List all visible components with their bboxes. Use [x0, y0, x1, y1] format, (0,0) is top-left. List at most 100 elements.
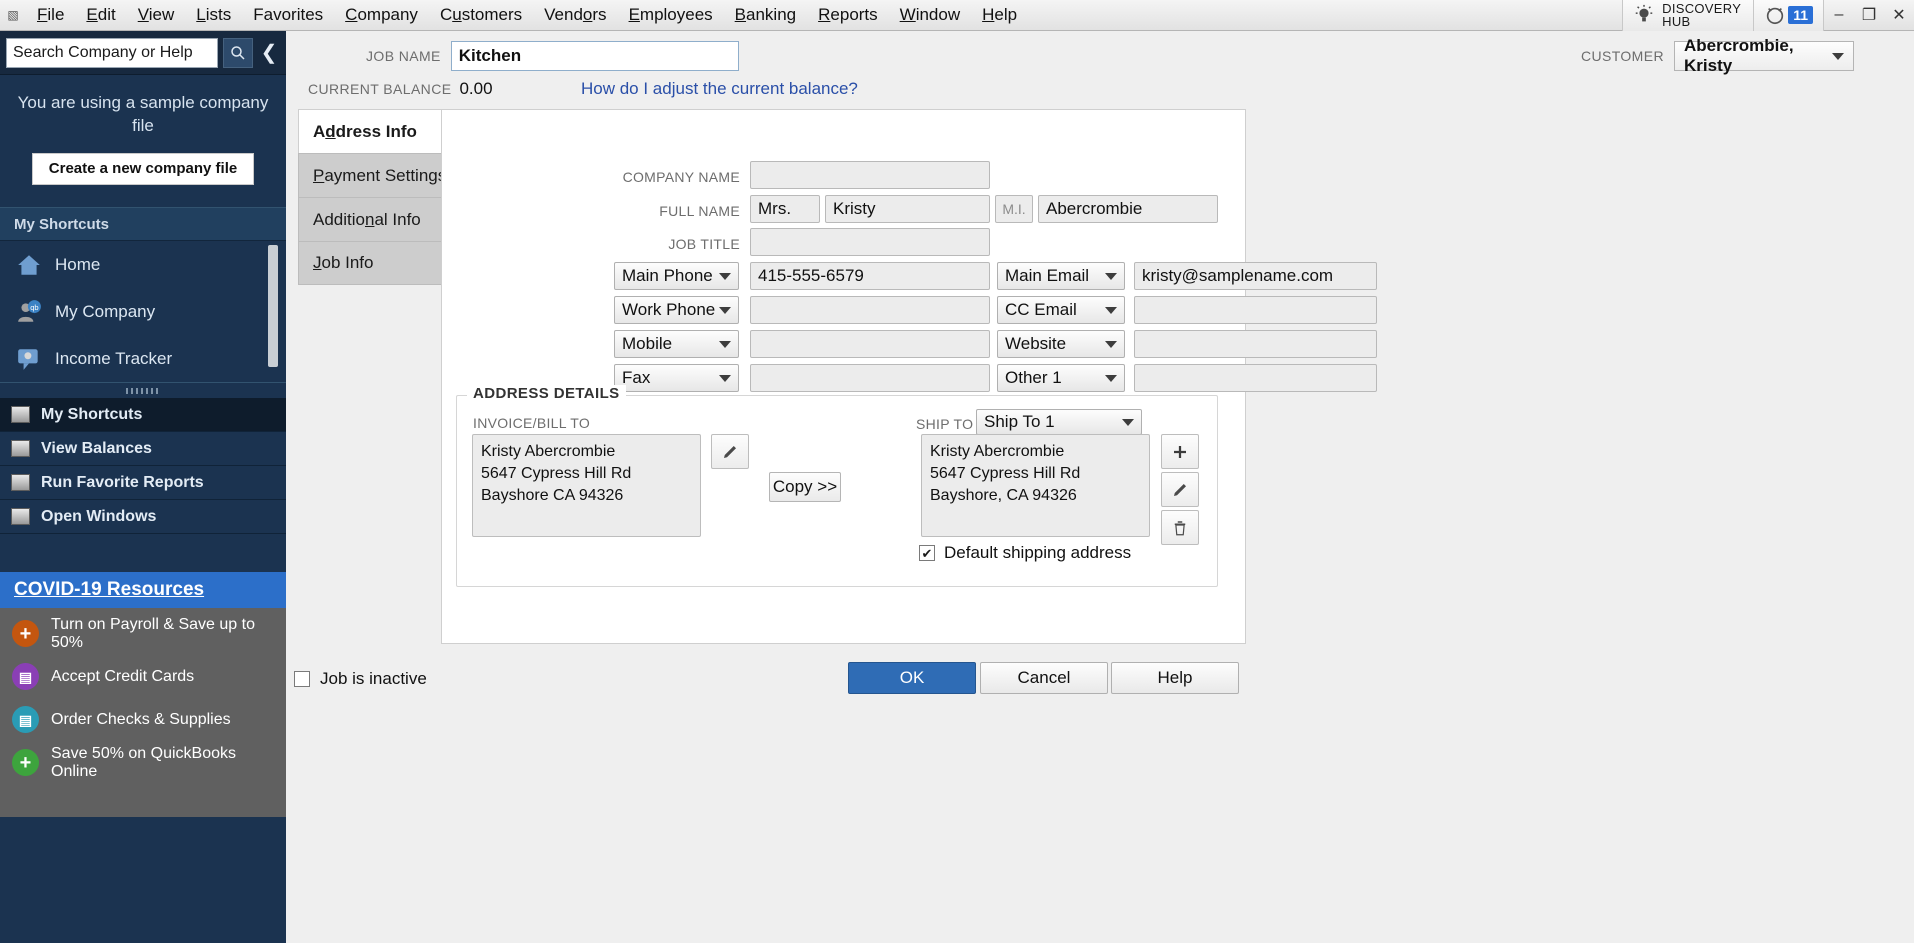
tab-address-info[interactable]: Ad dress Info — [298, 109, 454, 153]
menu-item-banking[interactable]: Banking — [724, 1, 807, 29]
last-name-input[interactable]: Abercrombie — [1038, 195, 1218, 223]
email-value-input-3[interactable] — [1134, 364, 1377, 392]
email-value-input-1[interactable] — [1134, 296, 1377, 324]
phone-value-input-2[interactable] — [750, 330, 990, 358]
phone-type-select-3[interactable]: Fax — [614, 364, 739, 392]
menu-item-window[interactable]: Window — [889, 1, 971, 29]
menu-item-edit[interactable]: Edit — [75, 1, 126, 29]
email-value-input-2[interactable] — [1134, 330, 1377, 358]
sidebar-nav-my-shortcuts[interactable]: My Shortcuts — [0, 398, 286, 432]
phone-value-input-1[interactable] — [750, 296, 990, 324]
menu-item-company[interactable]: Company — [334, 1, 429, 29]
discovery-hub-button[interactable]: DISCOVERY HUB — [1622, 0, 1755, 31]
balances-icon — [11, 440, 30, 457]
add-ship-to-button[interactable] — [1161, 434, 1199, 469]
sidebar-item-home[interactable]: Home — [0, 241, 286, 288]
menu-item-employees[interactable]: Employees — [618, 1, 724, 29]
edit-bill-to-button[interactable] — [711, 434, 749, 469]
ship-to-select-value: Ship To 1 — [984, 412, 1055, 431]
job-title-input[interactable] — [750, 228, 990, 256]
restore-button[interactable]: ❐ — [1854, 0, 1884, 31]
shortcuts-scrollbar[interactable] — [268, 245, 278, 367]
menu-item-reports[interactable]: Reports — [807, 1, 889, 29]
search-input[interactable]: Search Company or Help — [6, 37, 218, 68]
covid-resources-banner[interactable]: COVID-19 Resources — [0, 572, 286, 608]
default-shipping-row[interactable]: ✔ Default shipping address — [919, 543, 1131, 563]
edit-ship-to-button[interactable] — [1161, 472, 1199, 507]
sidebar-item-my-company[interactable]: qb My Company — [0, 288, 286, 335]
notification-badge: 11 — [1788, 6, 1813, 24]
ok-button[interactable]: OK — [848, 662, 976, 694]
sidebar-resize-grip[interactable] — [0, 382, 286, 398]
promo-save-quickbooks-online[interactable]: + Save 50% on QuickBooks Online — [0, 741, 286, 784]
job-name-label: JOB NAME — [366, 48, 441, 64]
menu-item-lists[interactable]: Lists — [185, 1, 242, 29]
email-type-select-1[interactable]: CC Email — [997, 296, 1125, 324]
search-button[interactable] — [223, 37, 253, 68]
email-value-input-0[interactable]: kristy@samplename.com — [1134, 262, 1377, 290]
default-shipping-label: Default shipping address — [944, 543, 1132, 562]
first-name-input[interactable]: Kristy — [825, 195, 990, 223]
sidebar-nav-run-favorite-reports[interactable]: Run Favorite Reports — [0, 466, 286, 500]
trash-icon — [1174, 520, 1186, 535]
current-balance-label: CURRENT BALANCE — [308, 81, 452, 97]
copy-address-button[interactable]: Copy >> — [769, 472, 841, 502]
phone-type-select-0[interactable]: Main Phone — [614, 262, 739, 290]
cancel-button[interactable]: Cancel — [980, 662, 1108, 694]
collapse-sidebar-button[interactable]: ❮ — [258, 38, 280, 68]
menu-item-view[interactable]: View — [127, 1, 186, 29]
promo-accept-credit-cards[interactable]: ▤ Accept Credit Cards — [0, 655, 286, 698]
sidebar-item-label: Income Tracker — [55, 348, 173, 368]
lightbulb-icon — [1635, 4, 1653, 22]
job-inactive-checkbox[interactable] — [294, 671, 310, 687]
ship-to-label: SHIP TO — [916, 416, 974, 432]
menu-item-customers[interactable]: Customers — [429, 1, 533, 29]
chevron-down-icon — [1122, 418, 1134, 426]
tab-payment-settings[interactable]: Payment Settings — [298, 153, 454, 197]
ship-to-textarea[interactable]: Kristy Abercrombie 5647 Cypress Hill Rd … — [921, 434, 1150, 537]
tab-job-info[interactable]: Job Info — [298, 241, 454, 285]
invoice-bill-to-textarea[interactable]: Kristy Abercrombie 5647 Cypress Hill Rd … — [472, 434, 701, 537]
sidebar-nav-view-balances[interactable]: View Balances — [0, 432, 286, 466]
phone-type-select-2[interactable]: Mobile — [614, 330, 739, 358]
email-type-select-2[interactable]: Website — [997, 330, 1125, 358]
menu-item-help[interactable]: Help — [971, 1, 1028, 29]
promo-turn-on-payroll[interactable]: + Turn on Payroll & Save up to 50% — [0, 612, 286, 655]
covid-resources-link[interactable]: COVID-19 Resources — [14, 579, 204, 601]
menu-item-vendors[interactable]: Vendors — [533, 1, 617, 29]
menu-item-file[interactable]: File — [26, 1, 75, 29]
home-icon — [18, 254, 40, 275]
menu-item-favorites[interactable]: Favorites — [242, 1, 334, 29]
company-name-input[interactable] — [750, 161, 990, 189]
grip-dots-icon — [126, 387, 160, 394]
credit-card-icon: ▤ — [12, 663, 39, 690]
tab-additional-info[interactable]: Additio n al Info — [298, 197, 454, 241]
ship-to-select[interactable]: Ship To 1 — [976, 409, 1142, 435]
adjust-balance-link[interactable]: How do I adjust the current balance? — [581, 79, 858, 99]
create-company-file-button[interactable]: Create a new company file — [32, 153, 254, 185]
pencil-icon — [1174, 483, 1186, 496]
system-menu-icon[interactable]: ▧ — [0, 0, 26, 31]
sidebar-nav-label: My Shortcuts — [41, 405, 143, 423]
sidebar-nav-open-windows[interactable]: Open Windows — [0, 500, 286, 534]
job-inactive-row[interactable]: Job is inactive — [294, 669, 427, 689]
salutation-input[interactable]: Mrs. — [750, 195, 820, 223]
alarm-notifications-button[interactable]: 11 — [1754, 0, 1824, 31]
minimize-button[interactable]: – — [1824, 0, 1854, 31]
promo-order-checks-supplies[interactable]: ▤ Order Checks & Supplies — [0, 698, 286, 741]
help-button[interactable]: Help — [1111, 662, 1239, 694]
default-shipping-checkbox[interactable]: ✔ — [919, 545, 935, 561]
email-type-select-0[interactable]: Main Email — [997, 262, 1125, 290]
email-type-select-3[interactable]: Other 1 — [997, 364, 1125, 392]
delete-ship-to-button[interactable] — [1161, 510, 1199, 545]
phone-value-input-0[interactable]: 415-555-6579 — [750, 262, 990, 290]
sidebar-item-income-tracker[interactable]: Income Tracker — [0, 335, 286, 382]
svg-text:qb: qb — [30, 302, 38, 311]
close-button[interactable]: ✕ — [1884, 0, 1914, 31]
phone-type-select-1[interactable]: Work Phone — [614, 296, 739, 324]
reports-icon — [11, 474, 30, 491]
middle-initial-label[interactable]: M.I. — [995, 195, 1033, 223]
phone-value-input-3[interactable] — [750, 364, 990, 392]
customer-select[interactable]: Abercrombie, Kristy — [1674, 36, 1854, 75]
job-name-input[interactable]: Kitchen — [450, 41, 739, 71]
